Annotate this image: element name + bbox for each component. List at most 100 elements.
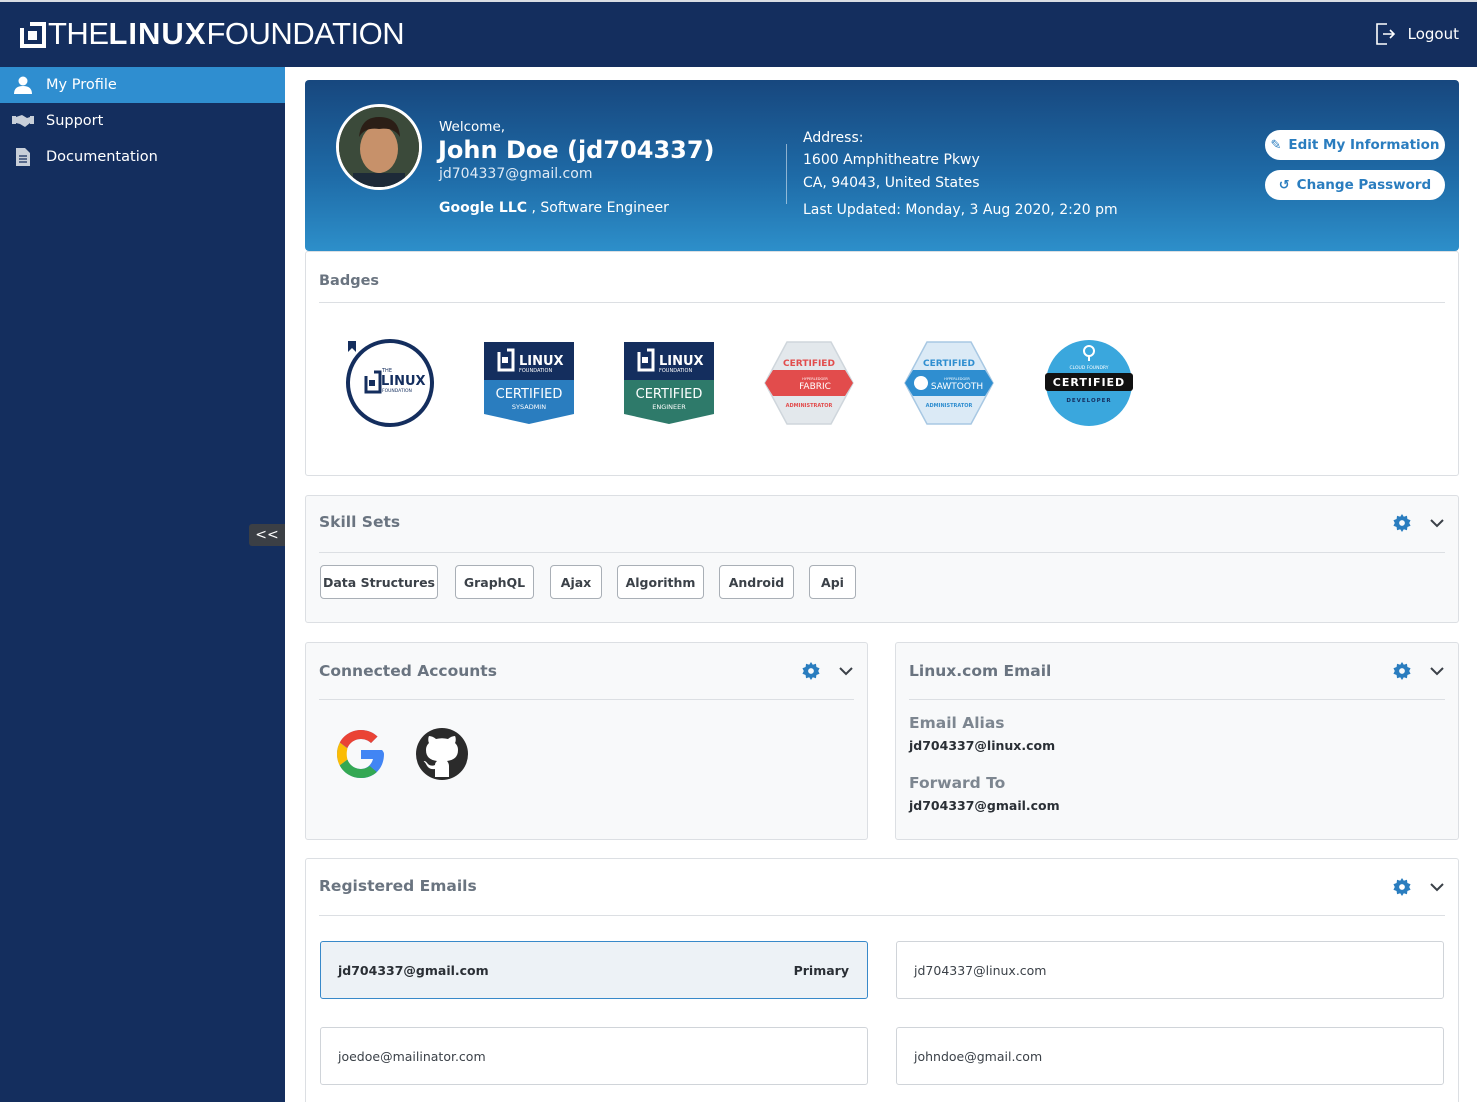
welcome-text: Welcome,	[439, 119, 506, 135]
forward-to-label: Forward To	[909, 774, 1006, 792]
skill-chip[interactable]: Algorithm	[617, 565, 704, 599]
skill-chip[interactable]: GraphQL	[455, 565, 534, 599]
chevron-down-icon[interactable]	[1429, 515, 1445, 531]
skill-chip[interactable]: Ajax	[550, 565, 602, 599]
hyperledger-fabric-badge[interactable]: CERTIFIED HYPERLEDGER FABRIC ADMINISTRAT…	[763, 338, 855, 428]
card-divider	[319, 302, 1445, 303]
chevron-down-icon[interactable]	[1429, 879, 1445, 895]
svg-text:HYPERLEDGER: HYPERLEDGER	[802, 377, 828, 381]
last-updated: Last Updated: Monday, 3 Aug 2020, 2:20 p…	[803, 202, 1118, 218]
linux-email-card: Linux.com Email Email Alias jd704337@lin…	[895, 642, 1459, 840]
certified-engineer-badge[interactable]: LINUX FOUNDATION CERTIFIED ENGINEER	[623, 342, 715, 432]
registered-email[interactable]: joedoe@mailinator.com	[320, 1027, 868, 1085]
svg-text:CLOUD FOUNDRY: CLOUD FOUNDRY	[1069, 365, 1108, 371]
registered-email[interactable]: johndoe@gmail.com	[896, 1027, 1444, 1085]
logo-mark-icon	[20, 22, 46, 48]
skill-chip[interactable]: Data Structures	[320, 565, 438, 599]
sidebar-item-support[interactable]: Support	[0, 103, 285, 139]
linux-foundation-badge[interactable]: THE LINUX FOUNDATION	[344, 338, 436, 428]
email-alias-label: Email Alias	[909, 714, 1005, 732]
email-alias-value: jd704337@linux.com	[909, 738, 1056, 753]
svg-text:SYSADMIN: SYSADMIN	[512, 403, 546, 411]
connected-accounts-card: Connected Accounts	[305, 642, 868, 840]
user-icon	[12, 75, 34, 95]
card-divider	[909, 699, 1445, 700]
skill-sets-card: Skill Sets Data Structures GraphQL Ajax …	[305, 495, 1459, 623]
github-icon[interactable]	[415, 727, 469, 781]
svg-text:FOUNDATION: FOUNDATION	[659, 368, 692, 374]
svg-text:CERTIFIED: CERTIFIED	[636, 387, 703, 402]
google-icon[interactable]	[335, 728, 387, 780]
sidebar-item-my-profile[interactable]: My Profile	[0, 67, 285, 103]
chevron-down-icon[interactable]	[838, 663, 854, 679]
avatar	[336, 104, 422, 190]
logo-text: THELINUXFOUNDATION	[48, 16, 405, 51]
card-divider	[319, 699, 854, 700]
linux-foundation-logo[interactable]: THELINUXFOUNDATION	[20, 16, 405, 52]
gear-icon[interactable]	[1393, 514, 1411, 532]
main-content: Welcome, John Doe (jd704337) jd704337@gm…	[285, 67, 1477, 1102]
gear-icon[interactable]	[802, 662, 820, 680]
edit-button-label: Edit My Information	[1288, 137, 1440, 153]
skill-chip[interactable]: Android	[719, 565, 794, 599]
handshake-icon	[12, 111, 34, 131]
hyperledger-sawtooth-badge[interactable]: CERTIFIED HYPERLEDGER SAWTOOTH ADMINISTR…	[903, 338, 995, 428]
skill-sets-title: Skill Sets	[319, 513, 401, 531]
gear-icon[interactable]	[1393, 662, 1411, 680]
address-label: Address:	[803, 130, 864, 146]
svg-text:DEVELOPER: DEVELOPER	[1066, 398, 1111, 404]
profile-header: Welcome, John Doe (jd704337) jd704337@gm…	[305, 80, 1459, 251]
svg-text:CERTIFIED: CERTIFIED	[783, 359, 835, 369]
header-divider	[786, 144, 787, 204]
undo-icon: ↺	[1278, 177, 1290, 193]
svg-text:FOUNDATION: FOUNDATION	[382, 388, 412, 394]
edit-information-button[interactable]: ✎ Edit My Information	[1265, 130, 1445, 160]
registered-email[interactable]: jd704337@linux.com	[896, 941, 1444, 999]
svg-text:CERTIFIED: CERTIFIED	[496, 387, 563, 402]
profile-name: John Doe (jd704337)	[438, 136, 715, 164]
pencil-icon: ✎	[1270, 137, 1282, 153]
logout-button[interactable]: Logout	[1374, 22, 1459, 46]
linux-email-title: Linux.com Email	[909, 662, 1052, 680]
change-password-button[interactable]: ↺ Change Password	[1265, 170, 1445, 200]
sidebar-item-label: Documentation	[46, 149, 158, 165]
card-divider	[319, 915, 1445, 916]
svg-text:SAWTOOTH: SAWTOOTH	[931, 382, 983, 392]
badges-title: Badges	[319, 273, 380, 289]
connected-accounts-title: Connected Accounts	[319, 662, 497, 680]
collapse-sidebar-button[interactable]: <<	[249, 524, 285, 546]
profile-email: jd704337@gmail.com	[439, 166, 593, 182]
cloud-foundry-badge[interactable]: CLOUD FOUNDRY CERTIFIED DEVELOPER	[1043, 338, 1135, 428]
svg-text:FOUNDATION: FOUNDATION	[519, 368, 552, 374]
gear-icon[interactable]	[1393, 878, 1411, 896]
registered-emails-card: Registered Emails jd704337@gmail.com Pri…	[305, 858, 1459, 1102]
email-address: johndoe@gmail.com	[914, 1048, 1043, 1064]
document-icon	[12, 147, 34, 167]
svg-text:HYPERLEDGER: HYPERLEDGER	[944, 377, 970, 381]
sidebar-item-label: My Profile	[46, 77, 117, 93]
badges-card: Badges THE LINUX FOUNDATION LINUX FOUNDA…	[305, 251, 1459, 476]
svg-text:ADMINISTRATOR: ADMINISTRATOR	[926, 403, 973, 409]
password-button-label: Change Password	[1296, 177, 1432, 193]
certified-sysadmin-badge[interactable]: LINUX FOUNDATION CERTIFIED SYSADMIN	[483, 342, 575, 432]
svg-text:ENGINEER: ENGINEER	[652, 403, 686, 411]
address-line-1: 1600 Amphitheatre Pkwy	[803, 152, 980, 168]
svg-text:CERTIFIED: CERTIFIED	[923, 359, 975, 369]
logout-icon	[1375, 23, 1395, 45]
registered-email-primary[interactable]: jd704337@gmail.com Primary	[320, 941, 868, 999]
svg-text:FABRIC: FABRIC	[799, 382, 831, 392]
skill-chip[interactable]: Api	[809, 565, 856, 599]
top-bar: THELINUXFOUNDATION Logout	[0, 0, 1477, 67]
svg-text:CERTIFIED: CERTIFIED	[1053, 376, 1125, 389]
chevron-down-icon[interactable]	[1429, 663, 1445, 679]
card-divider	[319, 552, 1445, 553]
svg-text:LINUX: LINUX	[381, 374, 426, 389]
sidebar-item-documentation[interactable]: Documentation	[0, 139, 285, 175]
primary-badge: Primary	[793, 962, 849, 978]
sidebar: My Profile Support Documentation <<	[0, 67, 285, 1102]
registered-emails-title: Registered Emails	[319, 877, 477, 895]
svg-text:LINUX: LINUX	[659, 354, 704, 369]
svg-text:LINUX: LINUX	[519, 354, 564, 369]
email-address: jd704337@gmail.com	[338, 962, 489, 978]
email-address: joedoe@mailinator.com	[338, 1048, 486, 1064]
